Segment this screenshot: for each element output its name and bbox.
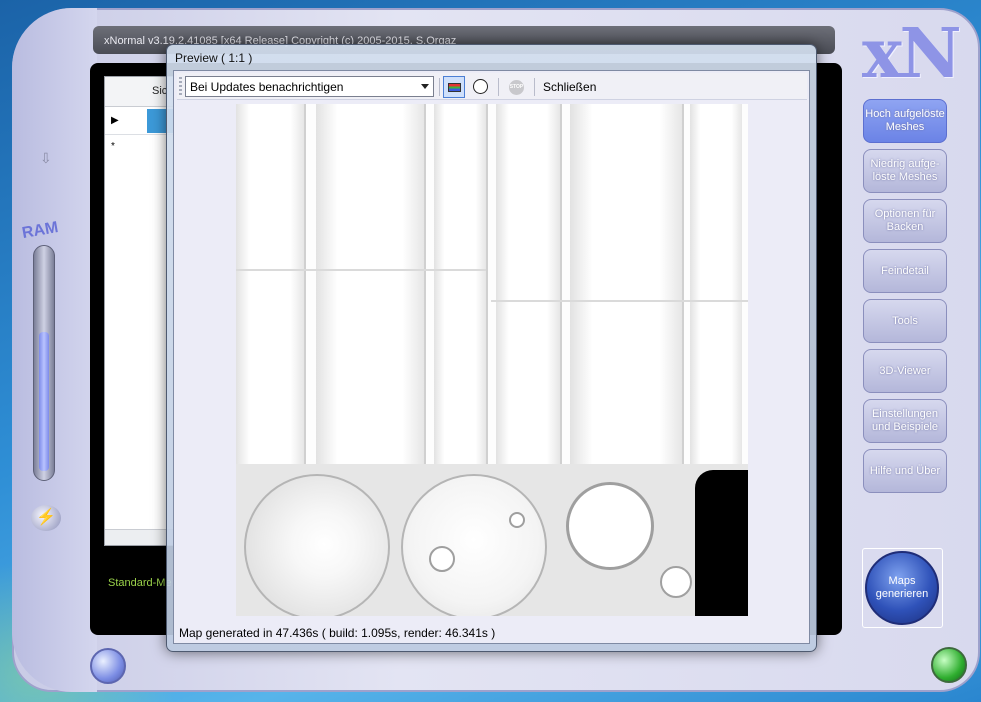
grid-row[interactable]: ▶	[105, 107, 175, 135]
preview-status-text: Map generated in 47.436s ( build: 1.095s…	[179, 626, 496, 640]
nav-3d-viewer[interactable]: 3D-Viewer	[863, 349, 947, 393]
new-row-indicator: *	[111, 141, 115, 152]
grid-header: Sic	[105, 77, 175, 107]
uv-seam	[560, 104, 562, 468]
nav-help-about[interactable]: Hilfe und Über	[863, 449, 947, 493]
nav-low-res-meshes[interactable]: Niedrig aufge-löste Meshes	[863, 149, 947, 193]
stop-button[interactable]: STOP	[506, 76, 528, 98]
nav-settings-examples[interactable]: Einstellungen und Beispiele	[863, 399, 947, 443]
nav-tools[interactable]: Tools	[863, 299, 947, 343]
sphere-icon	[473, 79, 488, 94]
uv-strip	[434, 104, 486, 468]
uv-strip	[496, 104, 560, 468]
preview-window-title: Preview ( 1:1 )	[175, 51, 253, 65]
uv-empty-region	[695, 470, 748, 616]
grid-column-header[interactable]: Sic	[152, 85, 167, 97]
uv-cap-disc	[401, 474, 547, 616]
toolbar-separator	[439, 78, 440, 96]
nav-high-res-meshes[interactable]: Hoch aufgelöste Meshes	[863, 99, 947, 143]
ram-gauge-fill	[39, 332, 49, 471]
mesh-status-text: Standard-Me	[108, 577, 172, 589]
xnormal-logo: xN	[862, 14, 962, 94]
uv-seam	[424, 104, 426, 468]
generate-maps-button[interactable]: Maps generieren	[865, 551, 939, 625]
uv-strip	[690, 104, 742, 468]
uv-strip	[236, 104, 304, 468]
nav-baking-options[interactable]: Optionen für Backen	[863, 199, 947, 243]
uv-seam	[491, 300, 748, 302]
uv-hole	[429, 546, 455, 572]
texture-preview-image	[236, 104, 748, 616]
rgb-channels-icon	[448, 83, 461, 92]
toolbar-separator	[498, 78, 499, 96]
uv-strip	[570, 104, 682, 468]
dropdown-value: Bei Updates benachrichtigen	[190, 80, 344, 94]
uv-seam	[304, 104, 306, 468]
mesh-grid[interactable]: Sic ▶ *	[104, 76, 175, 546]
uv-seam	[682, 104, 684, 468]
toolbar-grip[interactable]	[179, 77, 182, 97]
rgb-channels-button[interactable]	[443, 76, 465, 98]
down-arrow-icon[interactable]: ⇩	[40, 150, 52, 167]
green-orb-button[interactable]	[931, 647, 967, 683]
sphere-toggle-button[interactable]	[470, 76, 492, 98]
horizontal-scrollbar[interactable]	[105, 529, 175, 545]
uv-cap-disc	[660, 566, 692, 598]
uv-seam	[236, 269, 486, 271]
update-mode-dropdown[interactable]: Bei Updates benachrichtigen	[185, 76, 434, 97]
plug-icon[interactable]: ⚡	[31, 505, 61, 531]
stop-icon: STOP	[509, 80, 524, 95]
blue-orb-button[interactable]	[90, 648, 126, 684]
row-indicator-icon: ▶	[111, 115, 119, 126]
toolbar-separator	[534, 78, 535, 96]
uv-hole	[509, 512, 525, 528]
close-preview-button[interactable]: Schließen	[543, 80, 596, 94]
nav-fine-detail[interactable]: Feindetail	[863, 249, 947, 293]
uv-strip	[316, 104, 424, 468]
chevron-down-icon	[421, 84, 429, 89]
uv-seam	[486, 104, 488, 468]
uv-cap-disc	[244, 474, 390, 616]
grid-new-row[interactable]: *	[105, 135, 175, 159]
uv-cap-disc	[566, 482, 654, 570]
